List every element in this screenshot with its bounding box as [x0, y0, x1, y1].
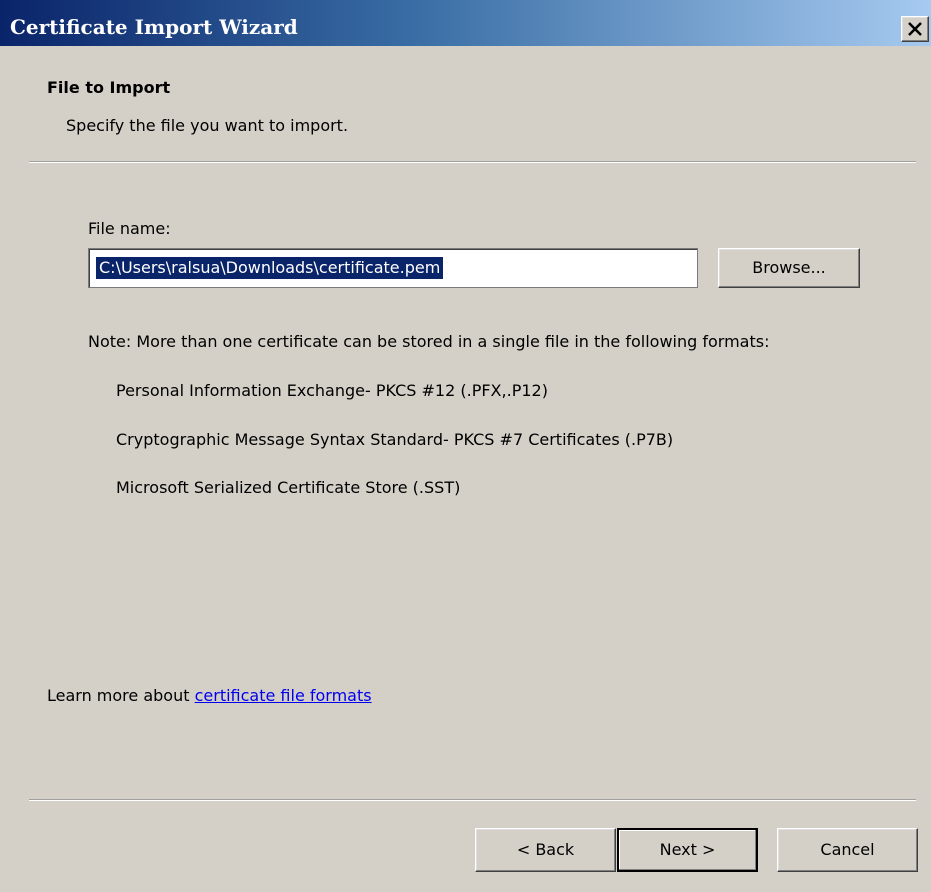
page-heading: File to Import [47, 78, 171, 97]
header-divider [29, 161, 916, 163]
page-subheading: Specify the file you want to import. [66, 116, 349, 135]
browse-button[interactable]: Browse... [718, 248, 860, 288]
file-name-input[interactable]: C:\Users\ralsua\Downloads\certificate.pe… [88, 248, 698, 288]
certificate-file-formats-link[interactable]: certificate file formats [195, 686, 372, 705]
learn-more-prefix: Learn more about [47, 686, 195, 705]
certificate-import-wizard-dialog: Certificate Import Wizard File to Import… [0, 0, 931, 892]
title-bar[interactable]: Certificate Import Wizard [0, 0, 931, 46]
file-name-value: C:\Users\ralsua\Downloads\certificate.pe… [96, 257, 444, 279]
footer-divider [29, 799, 916, 801]
format-item-pfx: Personal Information Exchange- PKCS #12 … [116, 381, 548, 400]
format-item-sst: Microsoft Serialized Certificate Store (… [116, 478, 461, 497]
close-button[interactable] [901, 16, 929, 42]
file-name-label: File name: [88, 219, 171, 238]
back-button[interactable]: < Back [475, 828, 616, 872]
next-button[interactable]: Next > [617, 828, 758, 872]
learn-more-text: Learn more about certificate file format… [47, 686, 372, 705]
cancel-button[interactable]: Cancel [777, 828, 918, 872]
format-item-p7b: Cryptographic Message Syntax Standard- P… [116, 430, 674, 449]
formats-note: Note: More than one certificate can be s… [88, 332, 770, 351]
window-title: Certificate Import Wizard [10, 15, 298, 39]
close-icon [908, 22, 922, 36]
